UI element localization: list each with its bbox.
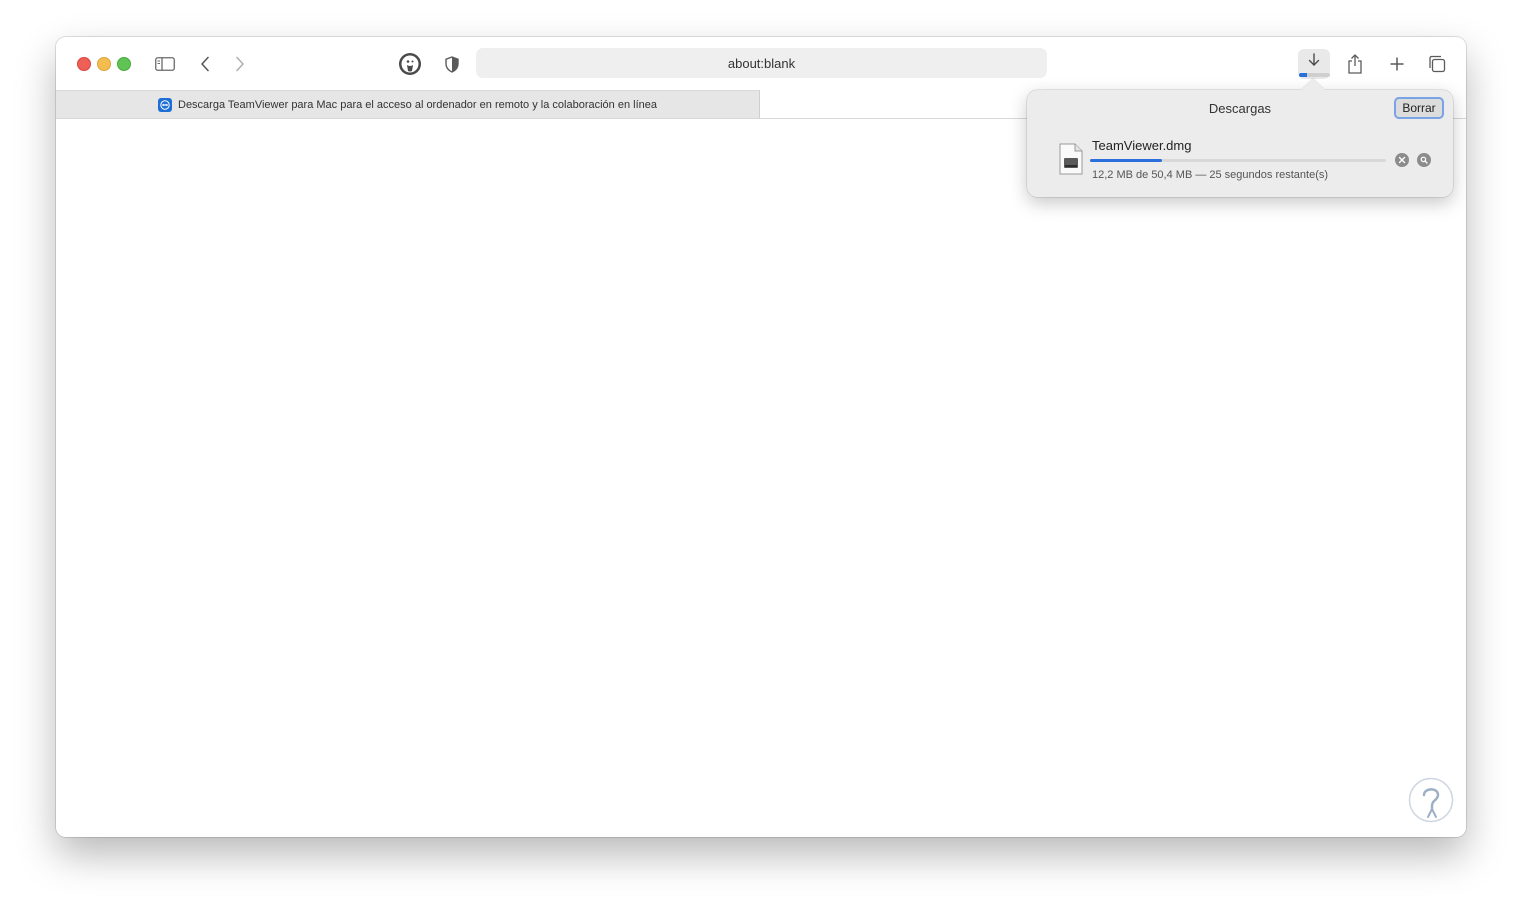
toolbar-download-progress-fill (1299, 73, 1307, 77)
reveal-in-finder-button[interactable] (1417, 153, 1431, 167)
share-button[interactable] (1343, 51, 1367, 77)
download-progress (1090, 159, 1386, 162)
close-window-button[interactable] (77, 57, 91, 71)
forward-icon (236, 56, 244, 72)
back-icon (201, 56, 209, 72)
privacy-report-button[interactable] (442, 53, 462, 75)
minimize-window-button[interactable] (97, 57, 111, 71)
forward-button[interactable] (230, 53, 250, 75)
address-bar[interactable]: about:blank (476, 48, 1047, 78)
duckduckgo-icon (399, 53, 421, 75)
teamviewer-favicon (158, 97, 172, 112)
reveal-icon (1420, 156, 1428, 164)
page-content (56, 119, 1466, 837)
downloads-title: Descargas (1208, 101, 1272, 116)
downloads-popover: Descargas Borrar TeamViewer.dmg 12,2 MB … (1027, 78, 1453, 197)
cancel-icon (1398, 156, 1406, 164)
privacy-shield-icon (445, 55, 459, 73)
cancel-download-button[interactable] (1395, 153, 1409, 167)
tab-overview-icon (1429, 55, 1446, 73)
address-text: about:blank (727, 55, 796, 71)
sidebar-icon (155, 57, 175, 71)
toolbar: about:blank (56, 37, 1466, 90)
download-progress-fill (1090, 159, 1162, 162)
download-icon (1308, 53, 1320, 66)
tab-teamviewer[interactable]: Descarga TeamViewer para Mac para el acc… (56, 90, 760, 118)
new-tab-icon (1390, 57, 1404, 71)
download-status: 12,2 MB de 50,4 MB — 25 segundos restant… (1092, 169, 1329, 181)
duckduckgo-button[interactable] (397, 51, 423, 77)
disk-image-icon (1059, 143, 1083, 175)
new-tab-button[interactable] (1386, 53, 1408, 75)
download-file-name[interactable]: TeamViewer.dmg (1092, 138, 1191, 153)
tab-overview-button[interactable] (1426, 53, 1448, 75)
share-icon (1348, 54, 1362, 74)
back-button[interactable] (195, 53, 215, 75)
watermark-logo (1408, 777, 1454, 823)
browser-window: about:blank Descarga TeamViewer para Mac… (56, 37, 1466, 837)
clear-downloads-button[interactable]: Borrar (1394, 97, 1444, 119)
toolbar-download-progress (1299, 73, 1330, 77)
tab-title: Descarga TeamViewer para Mac para el acc… (178, 98, 657, 111)
zoom-window-button[interactable] (117, 57, 131, 71)
sidebar-toggle-button[interactable] (152, 53, 178, 75)
